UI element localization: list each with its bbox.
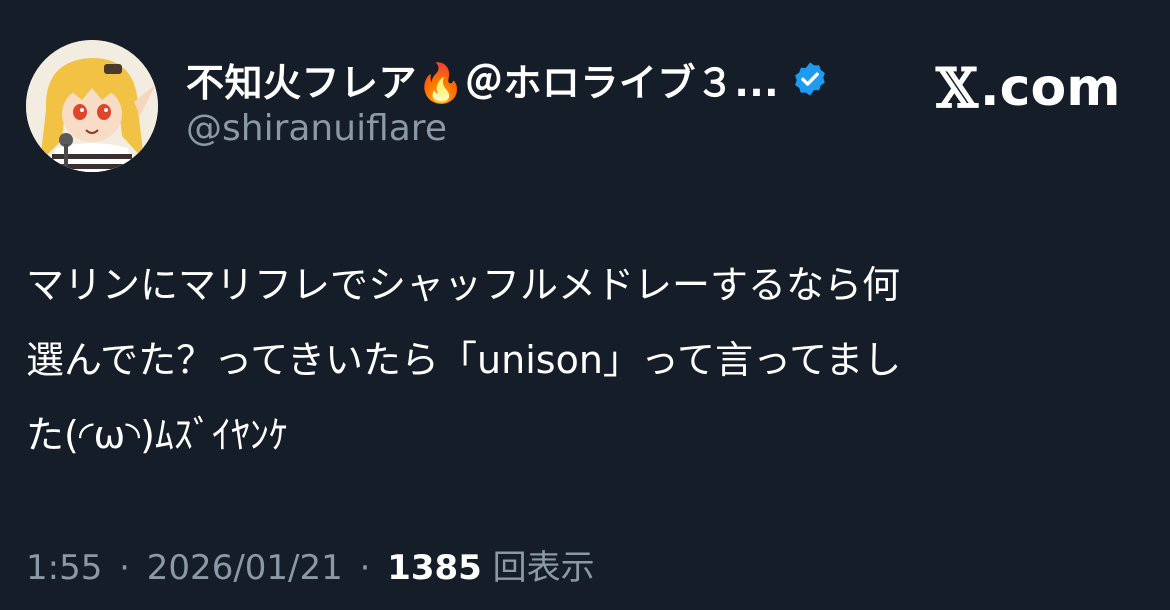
x-logo-icon: 𝕏: [936, 56, 978, 120]
tweet-card: 不知火フレア🔥＠ホロライブ３... @shiranuiflare 𝕏 .com …: [0, 0, 1170, 610]
brand-domain: .com: [979, 58, 1121, 118]
avatar-image: [26, 40, 158, 172]
tweet-text-line: マリンにマリフレでシャッフルメドレーするなら何: [26, 263, 901, 307]
views-label: 回表示: [492, 548, 595, 588]
x-com-logo[interactable]: 𝕏 .com: [936, 56, 1121, 120]
avatar[interactable]: [26, 40, 158, 172]
tweet-time[interactable]: 1:55: [26, 548, 102, 588]
tweet-text-line: 選んでた？ってきいたら「unison」って言ってまし: [26, 338, 902, 382]
display-name[interactable]: 不知火フレア🔥＠ホロライブ３...: [186, 52, 779, 107]
tweet-meta: 1:55 · 2026/01/21 · 1385 回表示: [26, 540, 595, 589]
meta-separator: ·: [119, 548, 130, 588]
verified-badge-icon: [791, 60, 829, 98]
views-count[interactable]: 1385: [387, 548, 482, 588]
tweet-text-line: た(◜ω◝)ﾑｽﾞｲﾔﾝｹ: [26, 413, 288, 457]
meta-separator: ·: [359, 548, 371, 588]
tweet-date[interactable]: 2026/01/21: [147, 548, 343, 588]
author-name-row: 不知火フレア🔥＠ホロライブ３...: [186, 52, 829, 107]
author-handle[interactable]: @shiranuiflare: [186, 108, 447, 149]
tweet-text: マリンにマリフレでシャッフルメドレーするなら何 選んでた？ってきいたら「unis…: [26, 248, 1146, 473]
